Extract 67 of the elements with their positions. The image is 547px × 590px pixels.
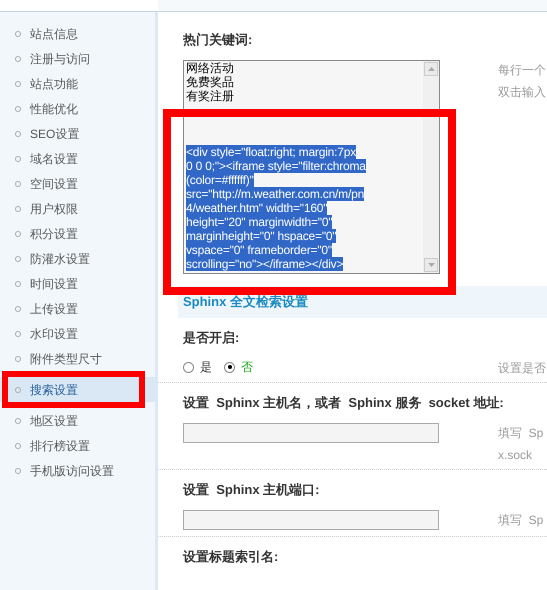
setting-label: 设置 Sphinx 主机名，或者 Sphinx 服务 socket 地址:: [183, 395, 504, 410]
bullet-icon: [15, 468, 21, 474]
sidebar-item[interactable]: 时间设置: [0, 271, 155, 296]
sidebar-item[interactable]: 排行榜设置: [0, 433, 155, 458]
bullet-icon: [15, 330, 21, 336]
keywords-textarea[interactable]: [183, 60, 440, 274]
setting-label: 设置 Sphinx 主机端口:: [183, 482, 320, 497]
selected-text: 0 0 0;"><iframe style="filter:chroma: [186, 159, 366, 173]
bullet-icon: [15, 130, 21, 136]
selected-text: (color=#ffffff)": [186, 173, 254, 187]
sidebar-item[interactable]: 空间设置: [0, 171, 155, 196]
hint-text: 每行一个: [498, 62, 546, 78]
hint-text: 填写 Sp: [498, 425, 544, 441]
sidebar-item[interactable]: SEO设置: [0, 121, 155, 146]
bullet-icon: [15, 106, 21, 112]
sidebar-item[interactable]: 注册与访问: [0, 46, 155, 71]
sidebar-item[interactable]: 水印设置: [0, 321, 155, 346]
sidebar-item[interactable]: 域名设置: [0, 146, 155, 171]
hint-text: 填写 Sp: [498, 512, 544, 528]
sidebar-item[interactable]: 搜索设置: [0, 377, 155, 402]
hint-text: 双击输入: [498, 84, 546, 100]
sidebar-item[interactable]: 附件类型尺寸: [0, 346, 155, 371]
setting-label: 设置标题索引名:: [183, 549, 278, 564]
bullet-icon: [15, 206, 21, 212]
bullet-icon: [15, 156, 21, 162]
setting-label: 是否开启:: [183, 330, 240, 345]
bullet-icon: [15, 442, 21, 448]
bullet-icon: [15, 306, 21, 312]
bullet-icon: [15, 280, 21, 286]
sidebar-item[interactable]: 站点功能: [0, 71, 155, 96]
selected-text: scrolling="no"></iframe></div>: [186, 257, 344, 271]
sidebar-item[interactable]: 地区设置: [0, 408, 155, 433]
bullet-icon: [15, 30, 21, 36]
scroll-up-icon: [424, 62, 438, 76]
sidebar-item[interactable]: 防灌水设置: [0, 246, 155, 271]
selected-text: src="http://m.weather.com.cn/m/pn: [186, 187, 364, 201]
sidebar-item[interactable]: 站点信息: [0, 21, 155, 46]
selected-text: vspace="0" frameborder="0": [186, 243, 332, 257]
sidebar-item[interactable]: 手机版访问设置: [0, 458, 155, 483]
bullet-icon: [15, 356, 21, 362]
sidebar-item[interactable]: 积分设置: [0, 221, 155, 246]
input-field[interactable]: [183, 510, 439, 530]
scroll-down-icon: [424, 258, 438, 272]
sidebar-item[interactable]: 性能优化: [0, 96, 155, 121]
bullet-icon: [15, 386, 21, 392]
textarea-line: 有奖注册: [186, 89, 235, 103]
bullet-icon: [15, 180, 21, 186]
radio-button[interactable]: [224, 362, 235, 372]
selected-text: <div style="float:right; margin:7px: [186, 145, 356, 159]
radio-label: 否: [241, 359, 253, 376]
bullet-icon: [15, 56, 21, 62]
input-field[interactable]: [183, 423, 439, 443]
hint-text: 设置是否: [498, 360, 546, 376]
sidebar-item[interactable]: 上传设置: [0, 296, 155, 321]
radio-button[interactable]: [183, 362, 194, 372]
textarea-line: 网络活动: [186, 61, 235, 75]
bullet-icon: [15, 418, 21, 424]
bullet-icon: [15, 80, 21, 86]
bullet-icon: [15, 256, 21, 262]
setting-label: 热门关键词:: [183, 32, 252, 47]
textarea-line: 免费奖品: [186, 75, 235, 89]
sidebar-item[interactable]: 用户权限: [0, 196, 155, 221]
hint-text: x.sock: [498, 447, 534, 463]
bullet-icon: [15, 230, 21, 236]
radio-label: 是: [200, 359, 212, 376]
section-title: Sphinx 全文检索设置: [183, 293, 308, 312]
selected-text: 4/weather.htm" width="160": [186, 201, 328, 215]
